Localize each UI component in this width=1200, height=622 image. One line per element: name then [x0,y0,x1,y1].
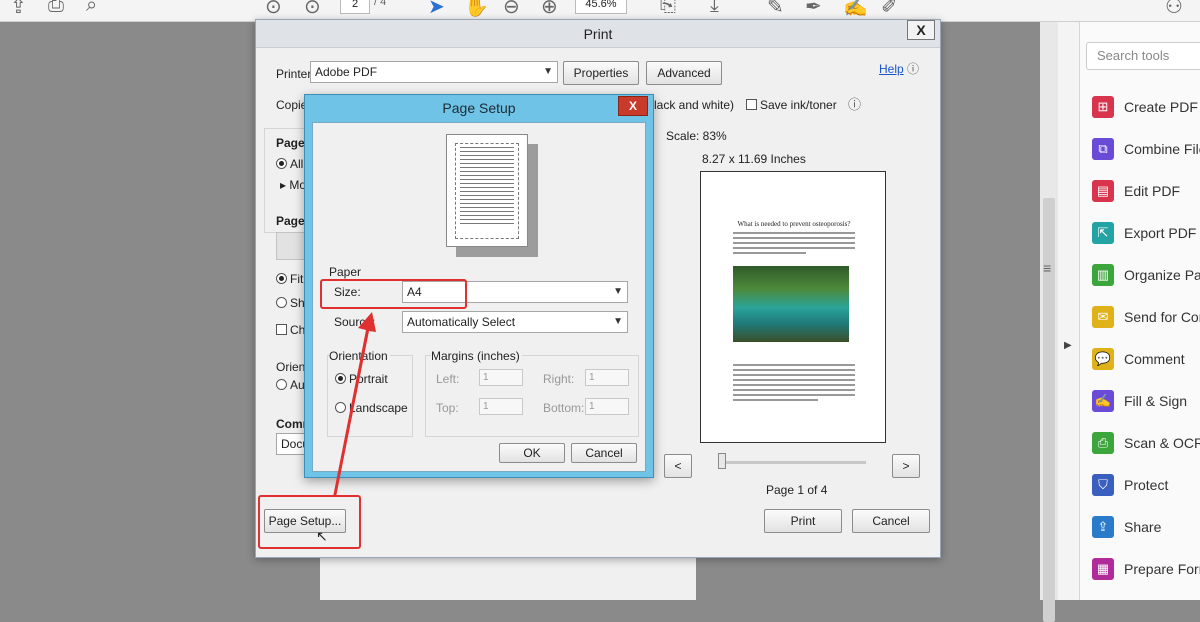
mouse-cursor-icon: ↖ [316,528,328,544]
red-arrow-icon [333,312,376,497]
annotation-arrow [333,312,376,497]
